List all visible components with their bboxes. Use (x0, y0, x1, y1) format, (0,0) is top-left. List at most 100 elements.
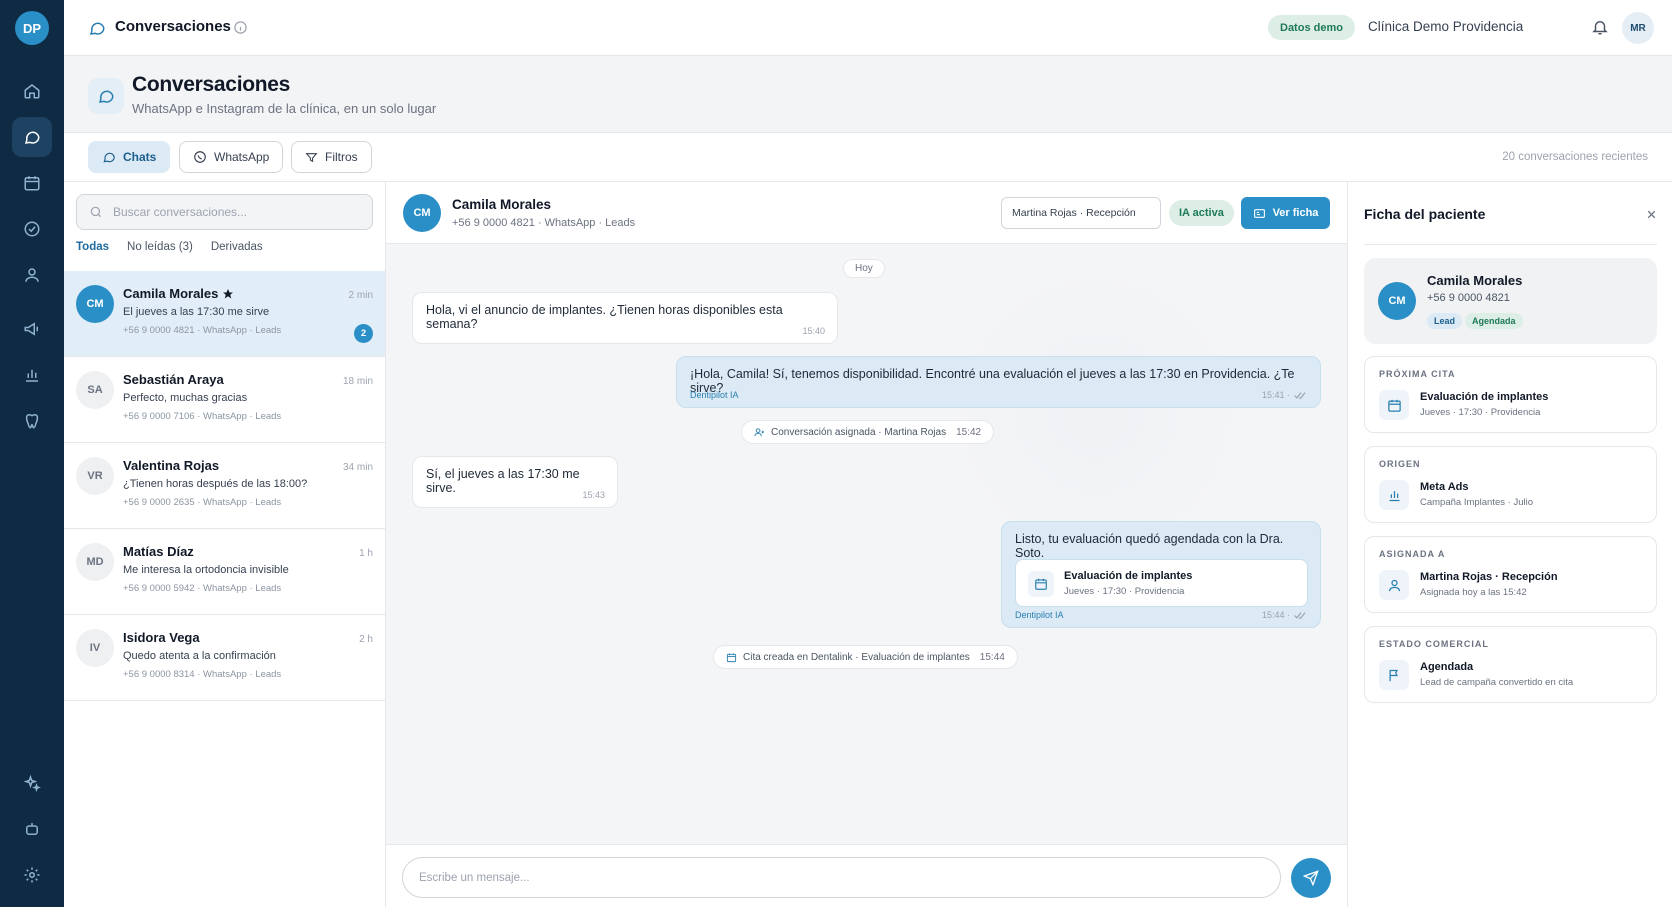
card-subtitle: Campaña Implantes · Julio (1420, 497, 1533, 508)
tab-whatsapp-label: WhatsApp (214, 150, 270, 164)
last-message: Quedo atenta a la confirmación (123, 650, 276, 662)
system-event-appointment: Cita creada en Dentalink · Evaluación de… (713, 645, 1018, 669)
home-icon[interactable] (12, 71, 52, 111)
background-watermark (946, 264, 1246, 564)
card-title: Evaluación de implantes (1420, 391, 1549, 403)
tag-lead: Lead (1427, 313, 1463, 329)
card-subtitle: Jueves · 17:30 · Providencia (1420, 407, 1541, 418)
contact-name: Valentina Rojas (123, 458, 220, 473)
assigned-to-card[interactable]: ASIGNADA A Martina Rojas · Recepción Asi… (1364, 536, 1657, 613)
brand-logo[interactable]: DP (15, 11, 49, 45)
patient-phone: +56 9 0000 4821 (1427, 292, 1510, 304)
search-input[interactable]: Buscar conversaciones... (76, 194, 373, 230)
send-button[interactable] (1291, 858, 1331, 898)
user-avatar[interactable]: MR (1622, 12, 1654, 44)
info-icon[interactable] (233, 20, 248, 35)
card-label: ORIGEN (1379, 459, 1421, 469)
conversation-row[interactable]: MD Matías Díaz 1 h Me interesa la ortodo… (64, 529, 385, 615)
message-status: 15:44 · (1262, 610, 1308, 620)
message-status: 15:41 · (1262, 390, 1308, 400)
conversation-row[interactable]: CM Camila Morales 2 min El jueves a las … (64, 271, 385, 357)
system-event-time: 15:42 (956, 426, 982, 438)
filter-all[interactable]: Todas (76, 241, 109, 253)
conversation-time: 2 h (359, 634, 373, 645)
composer: Escribe un mensaje... (386, 844, 1347, 907)
patient-card: CM Camila Morales +56 9 0000 4821 Lead A… (1364, 258, 1657, 344)
system-event-time: 15:44 (979, 651, 1005, 663)
view-record-button[interactable]: Ver ficha (1241, 197, 1330, 229)
system-event-assigned: Conversación asignada · Martina Rojas 15… (741, 420, 995, 444)
nav-rail: DP (0, 0, 64, 907)
conversation-row[interactable]: SA Sebastián Araya 18 min Perfecto, much… (64, 357, 385, 443)
calendar-icon[interactable] (12, 163, 52, 203)
message-text: ¡Hola, Camila! Sí, tenemos disponibilida… (690, 367, 1295, 395)
page-header: Conversaciones WhatsApp e Instagram de l… (64, 56, 1672, 133)
settings-icon[interactable] (12, 855, 52, 895)
assignee-select-value: Martina Rojas · Recepción (1012, 207, 1136, 219)
megaphone-icon[interactable] (12, 309, 52, 349)
origin-card[interactable]: ORIGEN Meta Ads Campaña Implantes · Juli… (1364, 446, 1657, 523)
avatar: SA (76, 371, 114, 409)
user-plus-icon (754, 427, 765, 438)
check-circle-icon[interactable] (12, 209, 52, 249)
search-placeholder: Buscar conversaciones... (113, 205, 248, 219)
assignee-select[interactable]: Martina Rojas · Recepción (1001, 197, 1161, 229)
sparkles-icon[interactable] (12, 763, 52, 803)
bar-chart-icon[interactable] (12, 355, 52, 395)
chat-icon (88, 78, 124, 114)
filter-derived[interactable]: Derivadas (211, 241, 263, 253)
message-thread: Hoy Hola, vi el anuncio de implantes. ¿T… (386, 244, 1347, 844)
message-sender: Dentipilot IA (690, 390, 739, 400)
patient-name: Camila Morales (1427, 273, 1523, 288)
users-icon[interactable] (12, 255, 52, 295)
conversation-row[interactable]: IV Isidora Vega 2 h Quedo atenta a la co… (64, 615, 385, 701)
top-title: Conversaciones (115, 18, 231, 35)
contact-name: Matías Díaz (123, 544, 194, 559)
next-appointment-card[interactable]: PRÓXIMA CITA Evaluación de implantes Jue… (1364, 356, 1657, 433)
conversation-row[interactable]: VR Valentina Rojas 34 min ¿Tienen horas … (64, 443, 385, 529)
day-divider: Hoy (843, 259, 885, 278)
search-icon (89, 205, 103, 219)
page-title: Conversaciones (132, 73, 291, 96)
top-bar: Conversaciones Datos demo Clínica Demo P… (64, 0, 1672, 56)
chat-contact-name: Camila Morales (452, 197, 552, 212)
clinic-name[interactable]: Clínica Demo Providencia (1368, 19, 1523, 34)
close-icon[interactable] (1645, 208, 1658, 221)
message-input[interactable]: Escribe un mensaje... (402, 857, 1281, 898)
last-message: Perfecto, muchas gracias (123, 392, 248, 404)
conversation-time: 34 min (342, 462, 373, 473)
contact-meta: +56 9 0000 8314 · WhatsApp · Leads (123, 669, 282, 680)
appointment-detail: Jueves · 17:30 · Providencia (1064, 586, 1185, 597)
commercial-status-card[interactable]: ESTADO COMERCIAL Agendada Lead de campañ… (1364, 626, 1657, 703)
user-icon (1379, 570, 1409, 600)
tab-chats-label: Chats (123, 150, 157, 164)
last-message: Me interesa la ortodoncia invisible (123, 564, 289, 576)
calendar-icon (1379, 390, 1409, 420)
view-record-label: Ver ficha (1272, 207, 1319, 219)
appointment-card[interactable]: Evaluación de implantes Jueves · 17:30 ·… (1015, 559, 1308, 607)
bot-icon[interactable] (12, 809, 52, 849)
card-subtitle: Lead de campaña convertido en cita (1420, 677, 1574, 688)
tab-chats[interactable]: Chats (88, 141, 171, 173)
recent-count: 20 conversaciones recientes (1502, 151, 1648, 163)
calendar-icon (726, 652, 737, 663)
filter-unread[interactable]: No leídas (3) (127, 241, 193, 253)
star-icon (222, 288, 234, 300)
avatar: VR (76, 457, 114, 495)
tooth-icon[interactable] (12, 401, 52, 441)
avatar: MD (76, 543, 114, 581)
contact-name: Camila Morales (123, 286, 234, 301)
tag-scheduled: Agendada (1465, 313, 1523, 329)
tab-whatsapp[interactable]: WhatsApp (179, 141, 284, 173)
card-label: ASIGNADA A (1379, 549, 1446, 559)
avatar: CM (1378, 282, 1416, 320)
flag-icon (1379, 660, 1409, 690)
filters-button[interactable]: Filtros (291, 141, 372, 173)
chat-icon (102, 150, 116, 164)
appointment-title: Evaluación de implantes (1064, 570, 1193, 582)
chat-icon[interactable] (12, 117, 52, 157)
bell-icon[interactable] (1591, 18, 1609, 36)
avatar: IV (76, 629, 114, 667)
chat-header: CM Camila Morales +56 9 0000 4821 · What… (386, 182, 1347, 244)
ai-status-badge: IA activa (1169, 200, 1234, 226)
